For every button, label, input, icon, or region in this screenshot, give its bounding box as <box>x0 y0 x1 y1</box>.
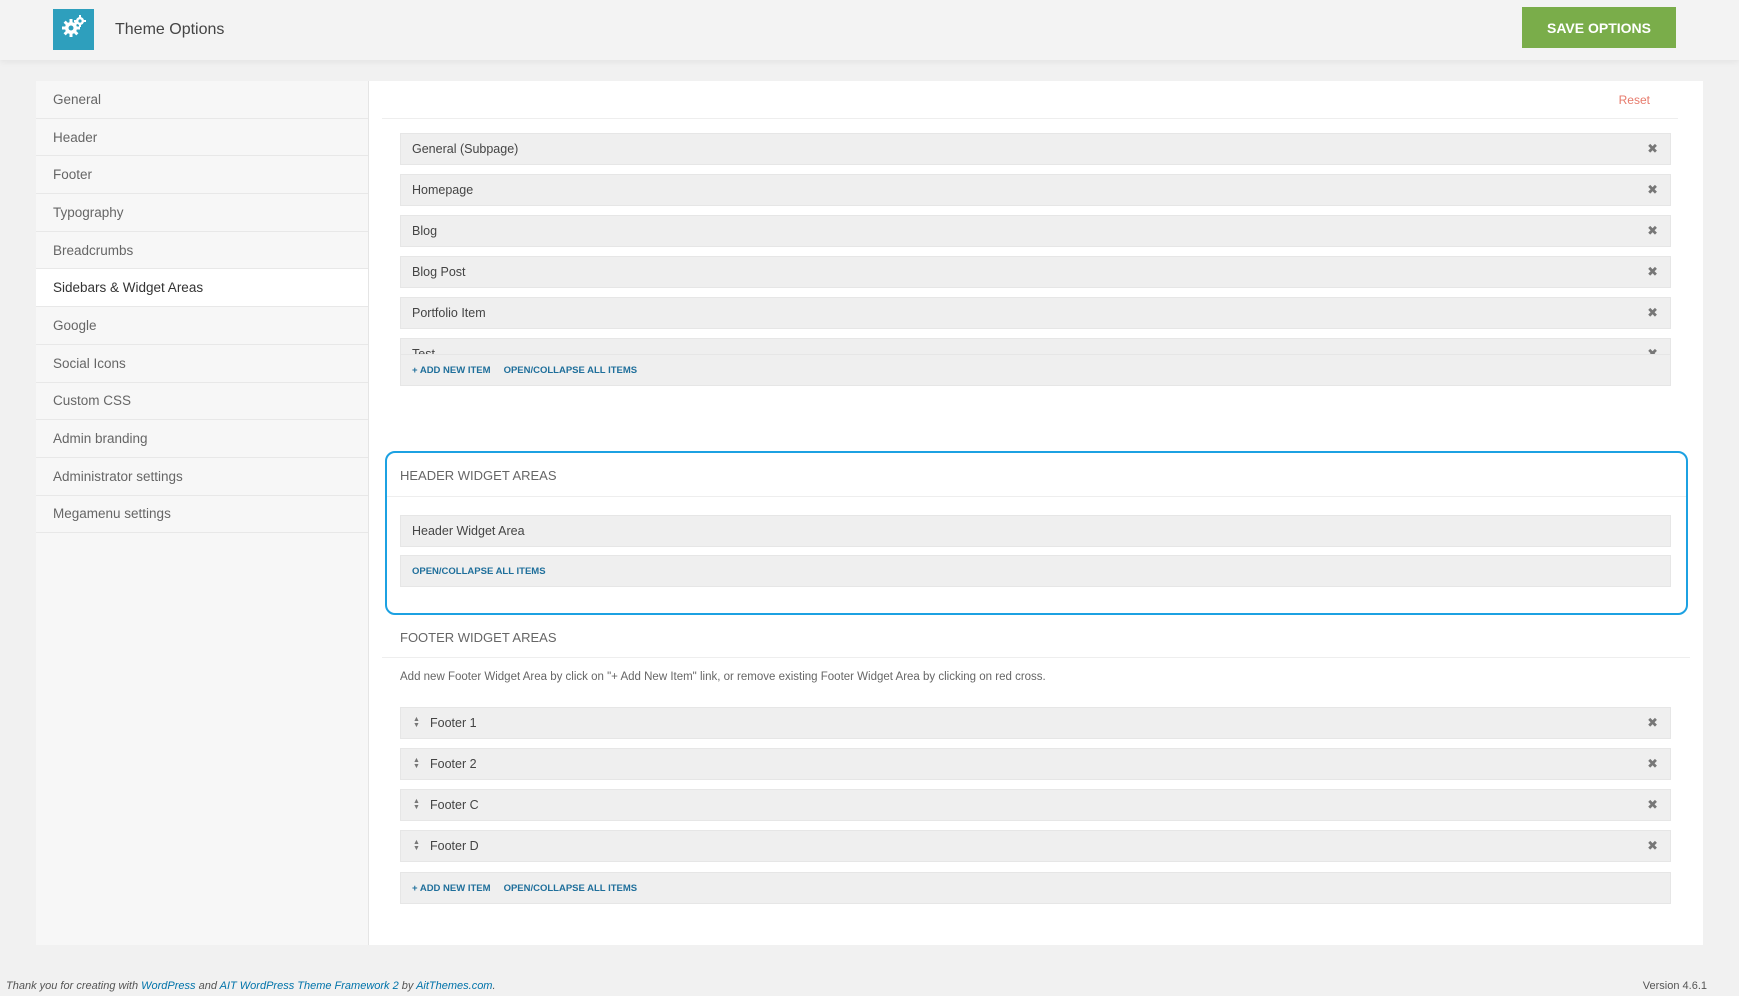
list-item[interactable]: ▲ ▼ Footer 2 ✖ <box>400 748 1671 780</box>
sidebar-item[interactable]: Google <box>36 307 368 345</box>
options-sidebar: General Header Footer Typography Breadcrumbs… <box>36 81 369 945</box>
header-widgets-actions-bar: OPEN/COLLAPSE ALL ITEMS <box>400 555 1671 587</box>
theme-options-logo <box>53 9 94 50</box>
list-item-label: Footer D <box>430 839 479 853</box>
list-item-label: Blog Post <box>412 265 466 279</box>
header-widgets-actions: OPEN/COLLAPSE ALL ITEMS <box>400 555 1671 587</box>
header-widget-areas-title: HEADER WIDGET AREAS <box>400 468 557 483</box>
remove-icon[interactable]: ✖ <box>1647 797 1658 813</box>
sidebar-item[interactable]: Sidebars & Widget Areas <box>36 269 368 308</box>
list-item-label: Footer 1 <box>430 716 477 730</box>
sidebar-item[interactable]: Administrator settings <box>36 458 368 496</box>
list-item-label: Footer 2 <box>430 757 477 771</box>
reset-bar: Reset <box>382 81 1678 119</box>
list-item[interactable]: Blog ✖ <box>400 215 1671 247</box>
sidebar-item[interactable]: General <box>36 81 368 119</box>
list-item[interactable]: Header Widget Area <box>400 515 1671 547</box>
reset-link[interactable]: Reset <box>1619 93 1650 107</box>
divider <box>382 657 1690 658</box>
divider <box>387 496 1686 497</box>
footer-widget-areas-description: Add new Footer Widget Area by click on "… <box>400 671 1046 683</box>
sidebars-actions-bar: + ADD NEW ITEM OPEN/COLLAPSE ALL ITEMS <box>400 354 1671 386</box>
sidebar-item[interactable]: Social Icons <box>36 345 368 383</box>
sort-handle-icon[interactable]: ▲ ▼ <box>412 757 421 770</box>
footer-and-text: and <box>198 980 217 992</box>
sort-handle-icon[interactable]: ▲ ▼ <box>412 798 421 811</box>
remove-icon[interactable]: ✖ <box>1647 223 1658 239</box>
footer-widget-areas-title: FOOTER WIDGET AREAS <box>400 630 557 645</box>
save-options-button[interactable]: SAVE OPTIONS <box>1522 7 1676 48</box>
open-collapse-all-link[interactable]: OPEN/COLLAPSE ALL ITEMS <box>504 365 638 376</box>
sidebar-item[interactable]: Admin branding <box>36 420 368 458</box>
list-item[interactable]: ▲ ▼ Footer C ✖ <box>400 789 1671 821</box>
footer-widgets-actions-bar: + ADD NEW ITEM OPEN/COLLAPSE ALL ITEMS <box>400 872 1671 904</box>
footer-credit: Thank you for creating with WordPress an… <box>6 980 496 992</box>
sidebars-list: General (Subpage) ✖ Homepage ✖ Blog ✖ Blog Pos… <box>400 133 1671 379</box>
add-new-item-link[interactable]: + ADD NEW ITEM <box>412 365 491 376</box>
top-bar: Theme Options SAVE OPTIONS <box>0 0 1739 60</box>
list-item-label: General (Subpage) <box>412 142 519 156</box>
sidebars-actions: + ADD NEW ITEM OPEN/COLLAPSE ALL ITEMS <box>400 354 1671 386</box>
list-item-label: Footer C <box>430 798 479 812</box>
remove-icon[interactable]: ✖ <box>1647 264 1658 280</box>
footer-by-text: by <box>401 980 414 992</box>
aitthemes-link[interactable]: AitThemes.com <box>416 980 492 992</box>
footer-widgets-list: ▲ ▼ Footer 1 ✖ ▲ ▼ Footer 2 ✖ ▲ ▼ Footer C ✖ ▲ ▼ Foote… <box>400 707 1671 871</box>
framework-link[interactable]: AIT WordPress Theme Framework 2 <box>220 980 399 992</box>
list-item[interactable]: Portfolio Item ✖ <box>400 297 1671 329</box>
wordpress-link[interactable]: WordPress <box>141 980 195 992</box>
footer-period: . <box>492 980 496 992</box>
sidebar-item[interactable]: Footer <box>36 156 368 195</box>
remove-icon[interactable]: ✖ <box>1647 182 1658 198</box>
remove-icon[interactable]: ✖ <box>1647 715 1658 731</box>
sidebar-item[interactable]: Header <box>36 119 368 157</box>
remove-icon[interactable]: ✖ <box>1647 756 1658 772</box>
remove-icon[interactable]: ✖ <box>1647 838 1658 854</box>
add-new-item-link[interactable]: + ADD NEW ITEM <box>412 883 491 894</box>
sidebar-item[interactable]: Custom CSS <box>36 383 368 421</box>
list-item[interactable]: Blog Post ✖ <box>400 256 1671 288</box>
sidebar-item[interactable]: Breadcrumbs <box>36 232 368 270</box>
footer-thanks-text: Thank you for creating with <box>6 980 139 992</box>
open-collapse-all-link[interactable]: OPEN/COLLAPSE ALL ITEMS <box>412 566 546 577</box>
sort-handle-icon[interactable]: ▲ ▼ <box>412 716 421 729</box>
list-item[interactable]: ▲ ▼ Footer D ✖ <box>400 830 1671 862</box>
main-panel: Reset General (Subpage) ✖ Homepage ✖ Blog ✖ Bl… <box>369 81 1703 945</box>
sort-handle-icon[interactable]: ▲ ▼ <box>412 839 421 852</box>
list-item-label: Blog <box>412 224 438 238</box>
version-text: Version 4.6.1 <box>1642 980 1707 992</box>
list-item-label: Header Widget Area <box>412 524 525 538</box>
gears-icon <box>61 14 87 45</box>
list-item-label: Homepage <box>412 183 474 197</box>
open-collapse-all-link[interactable]: OPEN/COLLAPSE ALL ITEMS <box>504 883 638 894</box>
page-title: Theme Options <box>115 21 225 38</box>
list-item[interactable]: General (Subpage) ✖ <box>400 133 1671 165</box>
remove-icon[interactable]: ✖ <box>1647 305 1658 321</box>
sidebar-item[interactable]: Typography <box>36 194 368 232</box>
list-item[interactable]: Homepage ✖ <box>400 174 1671 206</box>
remove-icon[interactable]: ✖ <box>1647 141 1658 157</box>
list-item-label: Portfolio Item <box>412 306 486 320</box>
footer-widgets-actions: + ADD NEW ITEM OPEN/COLLAPSE ALL ITEMS <box>400 872 1671 904</box>
header-widgets-list: Header Widget Area <box>400 515 1671 556</box>
sidebar-item[interactable]: Megamenu settings <box>36 496 368 534</box>
list-item[interactable]: ▲ ▼ Footer 1 ✖ <box>400 707 1671 739</box>
